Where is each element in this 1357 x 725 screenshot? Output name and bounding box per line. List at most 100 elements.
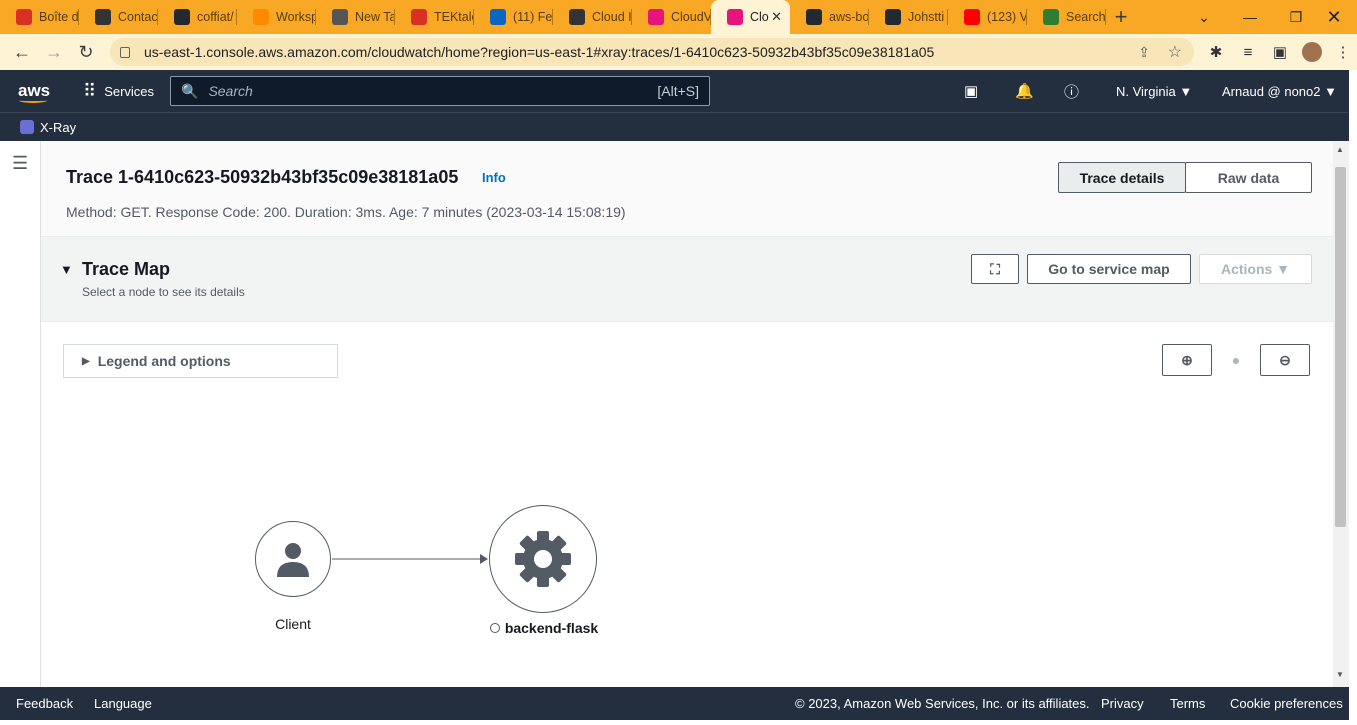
bookmark-star-icon[interactable]: ☆ [1168, 42, 1182, 62]
terms-link[interactable]: Terms [1170, 696, 1205, 711]
service-bar: X-Ray [0, 112, 1349, 141]
trace-map-header: ▼ Trace Map Select a node to see its det… [41, 238, 1333, 321]
cloudshell-icon[interactable]: ▣ [964, 70, 978, 112]
console-footer: Feedback Language © 2023, Amazon Web Ser… [0, 687, 1349, 720]
side-navigation-rail: ☰ [0, 141, 41, 687]
info-link[interactable]: Info [482, 170, 506, 185]
user-icon [277, 543, 309, 577]
hamburger-menu-icon[interactable]: ☰ [12, 153, 28, 174]
browser-menu-icon[interactable]: ⋮ [1329, 34, 1357, 70]
scroll-down-arrow-icon[interactable]: ▼ [1336, 670, 1344, 679]
privacy-link[interactable]: Privacy [1101, 696, 1144, 711]
browser-tab[interactable]: CloudV [632, 0, 711, 34]
cloudwatch-icon [648, 9, 664, 25]
browser-tab[interactable]: coffiat/ [158, 0, 237, 34]
browser-tab-label: Contac [118, 10, 158, 24]
expand-icon: ⛶ [990, 260, 1000, 277]
browser-tab[interactable]: aws-bo [790, 0, 869, 34]
browser-tab[interactable]: Johstti [869, 0, 948, 34]
trace-map-subtitle: Select a node to see its details [82, 285, 245, 299]
grid-icon: ⠿ [83, 80, 97, 101]
services-menu[interactable]: ⠿ Services [83, 70, 154, 112]
go-to-service-map-button[interactable]: Go to service map [1027, 254, 1191, 284]
back-button[interactable]: ← [6, 36, 38, 68]
client-node[interactable] [255, 521, 331, 597]
page-scrollbar[interactable]: ▲ ▼ [1333, 141, 1349, 687]
new-tab-button[interactable]: + [1106, 0, 1136, 34]
backend-flask-node-label: backend-flask [481, 620, 607, 636]
reading-list-icon[interactable]: ≡ [1233, 34, 1263, 70]
browser-tab[interactable]: Contac [79, 0, 158, 34]
status-circle-icon [489, 623, 500, 633]
side-panel-icon[interactable]: ▣ [1265, 34, 1295, 70]
browser-tab[interactable]: Search [1027, 0, 1106, 34]
fullscreen-button[interactable]: ⛶ [971, 254, 1019, 284]
browser-tab-label: Worksp [276, 10, 316, 24]
browser-tab-label: New Ta [355, 10, 395, 24]
browser-tab-label: (11) Fe [513, 10, 553, 24]
browser-tab-label: TEKtale [434, 10, 474, 24]
chrome-icon [332, 9, 348, 25]
service-crumb-xray[interactable]: X-Ray [40, 120, 76, 135]
scroll-up-arrow-icon[interactable]: ▲ [1336, 145, 1344, 154]
globe-icon [569, 9, 585, 25]
browser-tab[interactable]: (123) V [948, 0, 1027, 34]
collapse-caret-icon[interactable]: ▼ [60, 262, 73, 277]
language-link[interactable]: Language [94, 696, 152, 711]
help-icon[interactable]: ⓘ [1064, 70, 1079, 112]
tab-trace-details[interactable]: Trace details [1058, 162, 1186, 193]
browser-toolbar: ← → ↻ us-east-1.console.aws.amazon.com/c… [0, 34, 1357, 70]
account-menu[interactable]: Arnaud @ nono2 ▼ [1222, 70, 1337, 112]
linkedin-icon [490, 9, 506, 25]
client-node-label: Client [275, 616, 311, 632]
browser-tab[interactable]: Worksp [237, 0, 316, 34]
notifications-bell-icon[interactable]: 🔔 [1015, 70, 1034, 112]
url-text: us-east-1.console.aws.amazon.com/cloudwa… [144, 44, 935, 60]
scrollbar-thumb[interactable] [1335, 167, 1346, 527]
browser-tab[interactable]: TEKtale [395, 0, 474, 34]
reload-button[interactable]: ↻ [70, 36, 102, 68]
search-input[interactable]: 🔍 Search [Alt+S] [170, 76, 710, 106]
backend-flask-node[interactable] [489, 505, 597, 613]
browser-tab[interactable]: Boîte d [0, 0, 79, 34]
youtube-icon [964, 9, 980, 25]
share-icon[interactable]: ⇪ [1138, 44, 1150, 61]
minimize-button[interactable]: — [1227, 0, 1273, 34]
browser-tab[interactable]: New Ta [316, 0, 395, 34]
region-selector[interactable]: N. Virginia ▼ [1116, 70, 1192, 112]
copyright-text: © 2023, Amazon Web Services, Inc. or its… [795, 696, 1090, 711]
close-window-button[interactable]: ✕ [1311, 0, 1357, 34]
tab-search-icon[interactable]: ⌄ [1181, 0, 1227, 34]
xray-icon [20, 120, 34, 134]
trace-map-title: Trace Map [82, 259, 171, 279]
browser-tab-label: Johstti [908, 10, 945, 24]
extensions-icon[interactable]: ✱ [1201, 34, 1231, 70]
browser-tab-label: CloudV [671, 10, 711, 24]
trace-edge [332, 554, 488, 564]
github-icon [806, 9, 822, 25]
tab-raw-data[interactable]: Raw data [1185, 162, 1312, 193]
close-tab-icon[interactable]: ✕ [771, 9, 782, 25]
aws-logo[interactable]: aws [18, 70, 50, 112]
address-bar[interactable]: us-east-1.console.aws.amazon.com/cloudwa… [110, 38, 1194, 66]
browser-tab[interactable]: Cloud I [553, 0, 632, 34]
browser-tab-label: (123) V [987, 10, 1027, 24]
doc-icon [1043, 9, 1059, 25]
github-icon [174, 9, 190, 25]
gear-icon [515, 531, 571, 587]
cookie-preferences-link[interactable]: Cookie preferences [1230, 696, 1343, 711]
browser-tab-label: coffiat/ [197, 10, 234, 24]
profile-avatar[interactable] [1297, 34, 1327, 70]
browser-tab-label: Cloud I [592, 10, 632, 24]
browser-tab[interactable]: (11) Fe [474, 0, 553, 34]
actions-dropdown[interactable]: Actions ▼ [1199, 254, 1312, 284]
forward-button[interactable]: → [38, 36, 70, 68]
main-content: Trace 1-6410c623-50932b43bf35c09e38181a0… [41, 141, 1333, 687]
browser-tab-label: Search [1066, 10, 1106, 24]
browser-tab[interactable]: Clo ✕ [711, 0, 790, 34]
feedback-link[interactable]: Feedback [16, 696, 73, 711]
gmail-icon [411, 9, 427, 25]
trace-map-panel: ▶ Legend and options ⊕ ● ⊖ Client backen… [41, 321, 1333, 687]
browser-tab-label: aws-bo [829, 10, 869, 24]
trace-summary: Method: GET. Response Code: 200. Duratio… [66, 204, 626, 220]
